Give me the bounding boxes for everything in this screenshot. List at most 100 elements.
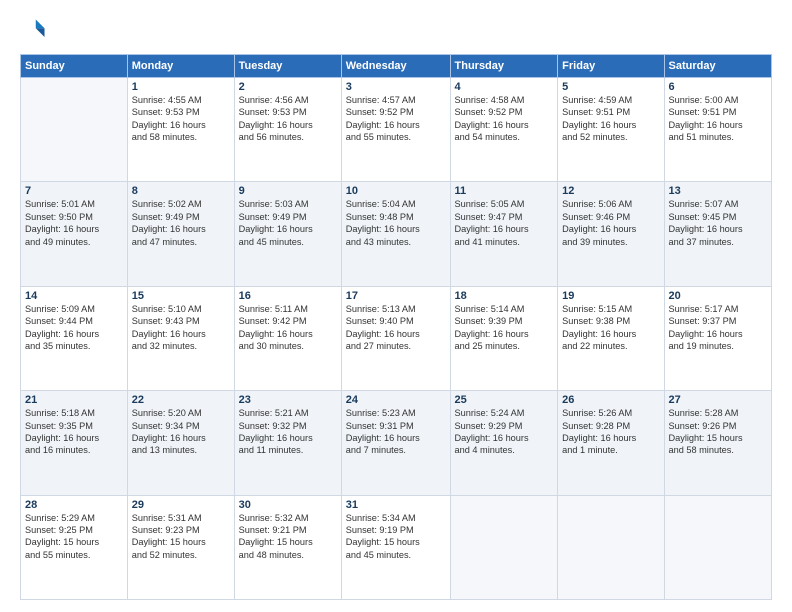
day-info: Sunrise: 5:34 AMSunset: 9:19 PMDaylight:… <box>346 512 446 562</box>
calendar-cell: 17Sunrise: 5:13 AMSunset: 9:40 PMDayligh… <box>341 286 450 390</box>
day-info: Sunrise: 5:28 AMSunset: 9:26 PMDaylight:… <box>669 407 768 457</box>
calendar-cell: 14Sunrise: 5:09 AMSunset: 9:44 PMDayligh… <box>21 286 128 390</box>
day-number: 28 <box>25 499 123 511</box>
calendar-cell: 2Sunrise: 4:56 AMSunset: 9:53 PMDaylight… <box>234 78 341 182</box>
col-header-thursday: Thursday <box>450 55 558 78</box>
calendar-cell: 18Sunrise: 5:14 AMSunset: 9:39 PMDayligh… <box>450 286 558 390</box>
day-info: Sunrise: 5:18 AMSunset: 9:35 PMDaylight:… <box>25 407 123 457</box>
day-number: 14 <box>25 290 123 302</box>
calendar-cell: 6Sunrise: 5:00 AMSunset: 9:51 PMDaylight… <box>664 78 772 182</box>
day-info: Sunrise: 5:01 AMSunset: 9:50 PMDaylight:… <box>25 198 123 248</box>
col-header-saturday: Saturday <box>664 55 772 78</box>
day-number: 13 <box>669 185 768 197</box>
day-number: 23 <box>239 394 337 406</box>
calendar-cell: 19Sunrise: 5:15 AMSunset: 9:38 PMDayligh… <box>558 286 664 390</box>
week-row-4: 21Sunrise: 5:18 AMSunset: 9:35 PMDayligh… <box>21 391 772 495</box>
day-number: 6 <box>669 81 768 93</box>
day-number: 4 <box>455 81 554 93</box>
col-header-sunday: Sunday <box>21 55 128 78</box>
day-number: 22 <box>132 394 230 406</box>
calendar-cell: 23Sunrise: 5:21 AMSunset: 9:32 PMDayligh… <box>234 391 341 495</box>
day-info: Sunrise: 4:58 AMSunset: 9:52 PMDaylight:… <box>455 94 554 144</box>
day-info: Sunrise: 5:09 AMSunset: 9:44 PMDaylight:… <box>25 303 123 353</box>
day-number: 21 <box>25 394 123 406</box>
calendar-cell: 12Sunrise: 5:06 AMSunset: 9:46 PMDayligh… <box>558 182 664 286</box>
week-row-1: 1Sunrise: 4:55 AMSunset: 9:53 PMDaylight… <box>21 78 772 182</box>
calendar-cell: 7Sunrise: 5:01 AMSunset: 9:50 PMDaylight… <box>21 182 128 286</box>
day-info: Sunrise: 4:57 AMSunset: 9:52 PMDaylight:… <box>346 94 446 144</box>
day-number: 17 <box>346 290 446 302</box>
day-number: 7 <box>25 185 123 197</box>
header <box>20 16 772 44</box>
calendar-cell: 16Sunrise: 5:11 AMSunset: 9:42 PMDayligh… <box>234 286 341 390</box>
calendar-cell: 15Sunrise: 5:10 AMSunset: 9:43 PMDayligh… <box>127 286 234 390</box>
day-number: 24 <box>346 394 446 406</box>
calendar-cell: 1Sunrise: 4:55 AMSunset: 9:53 PMDaylight… <box>127 78 234 182</box>
day-number: 29 <box>132 499 230 511</box>
calendar-cell: 31Sunrise: 5:34 AMSunset: 9:19 PMDayligh… <box>341 495 450 599</box>
calendar-cell: 26Sunrise: 5:26 AMSunset: 9:28 PMDayligh… <box>558 391 664 495</box>
day-info: Sunrise: 5:02 AMSunset: 9:49 PMDaylight:… <box>132 198 230 248</box>
day-number: 19 <box>562 290 659 302</box>
calendar-cell <box>664 495 772 599</box>
day-number: 18 <box>455 290 554 302</box>
day-number: 9 <box>239 185 337 197</box>
day-number: 3 <box>346 81 446 93</box>
logo <box>20 16 52 44</box>
day-info: Sunrise: 5:31 AMSunset: 9:23 PMDaylight:… <box>132 512 230 562</box>
calendar-cell: 25Sunrise: 5:24 AMSunset: 9:29 PMDayligh… <box>450 391 558 495</box>
day-info: Sunrise: 5:32 AMSunset: 9:21 PMDaylight:… <box>239 512 337 562</box>
day-number: 8 <box>132 185 230 197</box>
col-header-friday: Friday <box>558 55 664 78</box>
day-number: 5 <box>562 81 659 93</box>
day-info: Sunrise: 5:15 AMSunset: 9:38 PMDaylight:… <box>562 303 659 353</box>
logo-icon <box>20 16 48 44</box>
day-number: 11 <box>455 185 554 197</box>
day-number: 26 <box>562 394 659 406</box>
day-info: Sunrise: 5:29 AMSunset: 9:25 PMDaylight:… <box>25 512 123 562</box>
day-number: 2 <box>239 81 337 93</box>
calendar-cell: 30Sunrise: 5:32 AMSunset: 9:21 PMDayligh… <box>234 495 341 599</box>
calendar-header-row: SundayMondayTuesdayWednesdayThursdayFrid… <box>21 55 772 78</box>
col-header-wednesday: Wednesday <box>341 55 450 78</box>
calendar-cell: 21Sunrise: 5:18 AMSunset: 9:35 PMDayligh… <box>21 391 128 495</box>
day-number: 16 <box>239 290 337 302</box>
calendar-cell: 4Sunrise: 4:58 AMSunset: 9:52 PMDaylight… <box>450 78 558 182</box>
day-info: Sunrise: 5:07 AMSunset: 9:45 PMDaylight:… <box>669 198 768 248</box>
calendar-table: SundayMondayTuesdayWednesdayThursdayFrid… <box>20 54 772 600</box>
week-row-3: 14Sunrise: 5:09 AMSunset: 9:44 PMDayligh… <box>21 286 772 390</box>
calendar-cell: 3Sunrise: 4:57 AMSunset: 9:52 PMDaylight… <box>341 78 450 182</box>
day-number: 27 <box>669 394 768 406</box>
week-row-2: 7Sunrise: 5:01 AMSunset: 9:50 PMDaylight… <box>21 182 772 286</box>
calendar-cell: 27Sunrise: 5:28 AMSunset: 9:26 PMDayligh… <box>664 391 772 495</box>
day-info: Sunrise: 5:17 AMSunset: 9:37 PMDaylight:… <box>669 303 768 353</box>
day-info: Sunrise: 5:14 AMSunset: 9:39 PMDaylight:… <box>455 303 554 353</box>
page: SundayMondayTuesdayWednesdayThursdayFrid… <box>0 0 792 612</box>
calendar-cell: 29Sunrise: 5:31 AMSunset: 9:23 PMDayligh… <box>127 495 234 599</box>
day-info: Sunrise: 4:56 AMSunset: 9:53 PMDaylight:… <box>239 94 337 144</box>
calendar-cell <box>450 495 558 599</box>
day-number: 31 <box>346 499 446 511</box>
day-info: Sunrise: 5:10 AMSunset: 9:43 PMDaylight:… <box>132 303 230 353</box>
calendar-cell: 24Sunrise: 5:23 AMSunset: 9:31 PMDayligh… <box>341 391 450 495</box>
day-info: Sunrise: 5:05 AMSunset: 9:47 PMDaylight:… <box>455 198 554 248</box>
calendar-cell <box>558 495 664 599</box>
day-number: 25 <box>455 394 554 406</box>
day-info: Sunrise: 5:24 AMSunset: 9:29 PMDaylight:… <box>455 407 554 457</box>
day-info: Sunrise: 5:04 AMSunset: 9:48 PMDaylight:… <box>346 198 446 248</box>
calendar-cell: 20Sunrise: 5:17 AMSunset: 9:37 PMDayligh… <box>664 286 772 390</box>
calendar-cell: 9Sunrise: 5:03 AMSunset: 9:49 PMDaylight… <box>234 182 341 286</box>
day-info: Sunrise: 5:06 AMSunset: 9:46 PMDaylight:… <box>562 198 659 248</box>
day-number: 20 <box>669 290 768 302</box>
day-info: Sunrise: 5:00 AMSunset: 9:51 PMDaylight:… <box>669 94 768 144</box>
calendar-cell <box>21 78 128 182</box>
day-number: 10 <box>346 185 446 197</box>
calendar-cell: 22Sunrise: 5:20 AMSunset: 9:34 PMDayligh… <box>127 391 234 495</box>
day-number: 1 <box>132 81 230 93</box>
day-number: 15 <box>132 290 230 302</box>
day-info: Sunrise: 5:13 AMSunset: 9:40 PMDaylight:… <box>346 303 446 353</box>
day-info: Sunrise: 5:11 AMSunset: 9:42 PMDaylight:… <box>239 303 337 353</box>
col-header-tuesday: Tuesday <box>234 55 341 78</box>
calendar-cell: 13Sunrise: 5:07 AMSunset: 9:45 PMDayligh… <box>664 182 772 286</box>
day-info: Sunrise: 4:55 AMSunset: 9:53 PMDaylight:… <box>132 94 230 144</box>
